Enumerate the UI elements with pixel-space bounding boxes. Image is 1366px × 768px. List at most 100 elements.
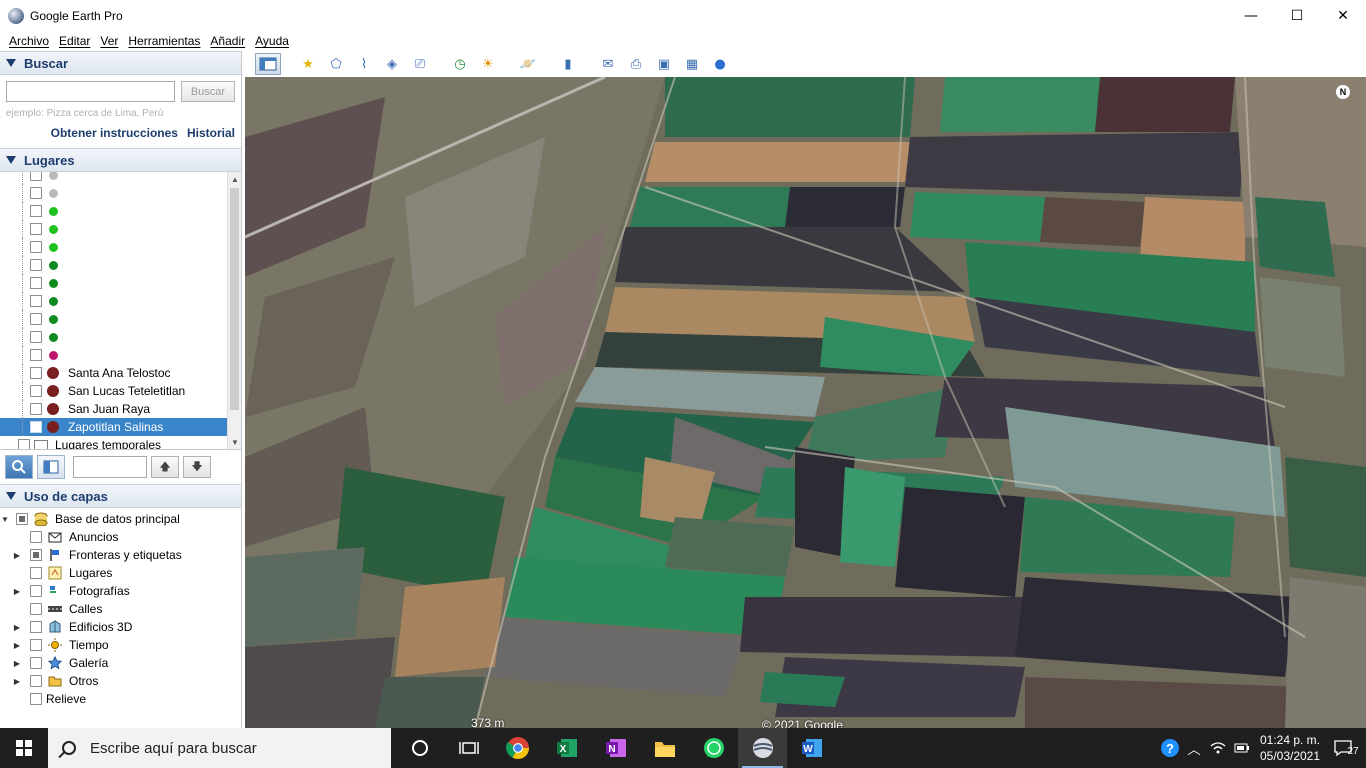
scroll-down-icon[interactable]: ▼ xyxy=(228,435,241,449)
place-item[interactable]: San Lucas Teteletitlan xyxy=(0,382,228,400)
layer-checkbox[interactable] xyxy=(30,675,42,687)
place-checkbox[interactable] xyxy=(30,331,42,343)
places-section-header[interactable]: Lugares xyxy=(0,148,241,172)
expand-arrow-icon[interactable]: ▶ xyxy=(12,623,22,632)
email-button[interactable]: ✉ xyxy=(595,53,621,75)
layer-item[interactable]: ▶ Galería xyxy=(0,654,241,672)
ruler-button[interactable]: ▮ xyxy=(555,53,581,75)
place-item[interactable] xyxy=(0,256,228,274)
layer-item[interactable]: ▶ Otros xyxy=(0,672,241,690)
layer-item[interactable]: ▶ Fotografías xyxy=(0,582,241,600)
layer-checkbox[interactable] xyxy=(30,531,42,543)
folder-checkbox[interactable] xyxy=(18,439,30,449)
layer-item[interactable]: ▶ Fronteras y etiquetas xyxy=(0,546,241,564)
expand-arrow-icon[interactable]: ▶ xyxy=(12,551,22,560)
place-checkbox[interactable] xyxy=(30,421,42,433)
place-checkbox[interactable] xyxy=(30,172,42,181)
show-hidden-icons-chevron-icon[interactable]: ︿ xyxy=(1182,728,1206,768)
sidebar-toggle-button[interactable] xyxy=(255,53,281,75)
place-checkbox[interactable] xyxy=(30,367,42,379)
expand-arrow-icon[interactable]: ▶ xyxy=(12,641,22,650)
task-view-button[interactable] xyxy=(444,728,493,768)
expand-arrow-icon[interactable]: ▶ xyxy=(12,587,22,596)
place-item[interactable] xyxy=(0,292,228,310)
place-item[interactable]: Santa Ana Telostoc xyxy=(0,364,228,382)
place-item[interactable] xyxy=(0,310,228,328)
whatsapp-app[interactable] xyxy=(689,728,738,768)
close-button[interactable]: ✕ xyxy=(1320,0,1366,31)
get-directions-link[interactable]: Obtener instrucciones xyxy=(51,126,178,140)
expand-arrow-icon[interactable]: ▼ xyxy=(0,515,10,524)
excel-app[interactable]: X xyxy=(542,728,591,768)
layer-item[interactable]: Calles xyxy=(0,600,241,618)
map-view-button[interactable]: ▦ xyxy=(679,53,705,75)
scroll-thumb[interactable] xyxy=(230,188,239,410)
place-item[interactable] xyxy=(0,328,228,346)
word-app[interactable]: W xyxy=(787,728,836,768)
save-image-button[interactable]: ▣ xyxy=(651,53,677,75)
places-filter-field[interactable] xyxy=(73,456,147,478)
place-item[interactable] xyxy=(0,202,228,220)
satellite-imagery[interactable] xyxy=(245,77,1366,728)
sunlight-button[interactable]: ☀ xyxy=(475,53,501,75)
cortana-button[interactable] xyxy=(395,728,444,768)
layer-item[interactable]: ▼ Base de datos principal xyxy=(0,510,241,528)
menu-archivo[interactable]: Archivo xyxy=(4,34,54,48)
file-explorer-app[interactable] xyxy=(640,728,689,768)
place-item[interactable] xyxy=(0,172,228,184)
search-places-button[interactable] xyxy=(5,455,33,479)
search-button[interactable]: Buscar xyxy=(180,81,235,102)
layer-checkbox[interactable] xyxy=(30,693,42,705)
map-view[interactable]: N 373 m © 2021 Google xyxy=(245,77,1366,728)
menu-ayuda[interactable]: Ayuda xyxy=(250,34,294,48)
place-item[interactable]: San Juan Raya xyxy=(0,400,228,418)
print-button[interactable]: ⎙ xyxy=(623,53,649,75)
layer-checkbox[interactable] xyxy=(30,585,42,597)
start-button[interactable] xyxy=(0,728,48,768)
move-down-button[interactable]: 🡇 xyxy=(183,456,211,478)
place-item[interactable] xyxy=(0,346,228,364)
google-earth-app[interactable] xyxy=(738,728,787,768)
place-item[interactable] xyxy=(0,238,228,256)
planets-button[interactable]: 🪐 xyxy=(515,53,541,75)
place-item[interactable] xyxy=(0,220,228,238)
wifi-icon[interactable] xyxy=(1206,728,1230,768)
place-checkbox[interactable] xyxy=(30,187,42,199)
place-checkbox[interactable] xyxy=(30,259,42,271)
layer-checkbox[interactable] xyxy=(30,567,42,579)
layer-item[interactable]: Lugares xyxy=(0,564,241,582)
place-checkbox[interactable] xyxy=(30,241,42,253)
place-checkbox[interactable] xyxy=(30,403,42,415)
layer-checkbox[interactable] xyxy=(16,513,28,525)
place-item[interactable]: Zapotitlan Salinas xyxy=(0,418,228,436)
minimize-button[interactable]: — xyxy=(1228,0,1274,31)
notifications-button[interactable]: 27 xyxy=(1326,728,1366,768)
help-icon[interactable]: ? xyxy=(1158,728,1182,768)
places-scrollbar[interactable]: ▲ ▼ xyxy=(227,172,241,449)
layer-item[interactable]: ▶ Edificios 3D xyxy=(0,618,241,636)
add-placemark-button[interactable]: ★ xyxy=(295,53,321,75)
place-item[interactable] xyxy=(0,274,228,292)
move-up-button[interactable]: 🡅 xyxy=(151,456,179,478)
place-checkbox[interactable] xyxy=(30,295,42,307)
menu-herramientas[interactable]: Herramientas xyxy=(123,34,205,48)
search-section-header[interactable]: Buscar xyxy=(0,51,241,75)
historical-imagery-button[interactable]: ◷ xyxy=(447,53,473,75)
menu-ver[interactable]: Ver xyxy=(95,34,123,48)
layer-checkbox[interactable] xyxy=(30,639,42,651)
place-checkbox[interactable] xyxy=(30,313,42,325)
add-polygon-button[interactable]: ⬠ xyxy=(323,53,349,75)
layer-checkbox[interactable] xyxy=(30,621,42,633)
chrome-app[interactable] xyxy=(493,728,542,768)
place-checkbox[interactable] xyxy=(30,349,42,361)
layer-item[interactable]: Anuncios xyxy=(0,528,241,546)
compass-north-icon[interactable]: N xyxy=(1336,85,1350,99)
layer-item[interactable]: Relieve xyxy=(0,690,241,708)
scroll-up-icon[interactable]: ▲ xyxy=(228,172,241,186)
taskbar-search-box[interactable]: Escribe aquí para buscar xyxy=(48,728,391,768)
layer-checkbox[interactable] xyxy=(30,657,42,669)
place-item[interactable] xyxy=(0,184,228,202)
place-checkbox[interactable] xyxy=(30,223,42,235)
place-checkbox[interactable] xyxy=(30,277,42,289)
place-checkbox[interactable] xyxy=(30,205,42,217)
